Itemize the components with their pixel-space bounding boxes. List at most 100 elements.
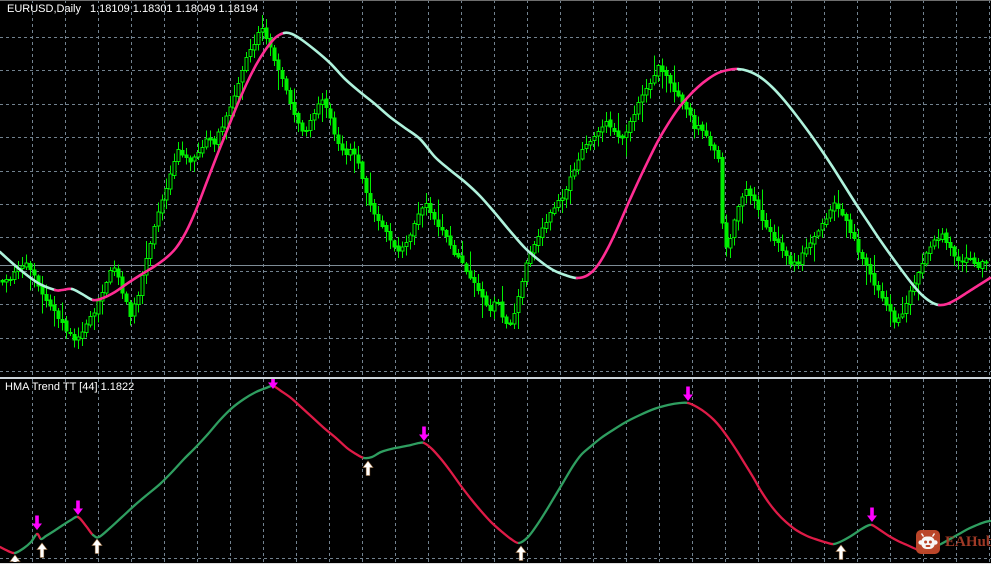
candle-body [860,251,865,260]
candle-body [336,134,341,144]
candle-body [948,241,953,249]
candle-body [440,226,445,231]
candle-body [596,131,601,137]
candle-body [628,121,633,134]
symbol-timeframe-label: EURUSD,Daily [7,3,81,15]
candle-body [464,263,469,273]
candle-body [460,255,465,264]
candle-body [908,290,913,305]
candle-body [128,301,133,317]
candle-body [852,232,857,240]
chart-symbol-title: EURUSD,Daily 1.18109 1.18301 1.18049 1.18… [7,3,258,16]
candle-body [808,242,813,249]
eahub-robot-icon [916,530,940,554]
candle-body [28,263,33,271]
candle-body [244,56,249,71]
chart-canvas[interactable] [0,0,991,564]
candle-body [428,203,433,213]
candle-body [404,241,409,248]
candle-body [704,130,709,136]
candle-body [968,257,973,260]
candle-body [836,203,841,209]
candle-body [316,103,321,115]
candle-body [572,169,577,177]
candle-body [548,212,553,223]
candle-body [696,124,701,130]
candle-body [904,303,909,315]
candle-body [152,225,157,245]
candle-body [472,277,477,283]
candle-body [148,242,153,260]
candle-body [584,143,589,149]
candle-body [688,107,693,116]
candle-body [476,282,481,291]
candle-body [656,65,661,77]
candle-body [260,27,265,33]
candle-body [84,323,89,333]
candle-body [536,236,541,246]
candle-body [744,188,749,197]
candle-body [692,114,697,130]
candle-body [532,244,537,254]
candle-body [780,242,785,252]
candle-body [104,281,109,294]
candle-body [412,222,417,237]
candle-body [684,102,689,110]
candle-body [340,143,345,151]
candle-body [56,310,61,319]
candle-body [648,83,653,90]
candle-body [816,230,821,237]
candle-body [500,301,505,318]
candle-body [136,294,141,306]
candle-body [516,295,521,314]
candle-body [272,47,277,61]
candle-body [900,313,905,318]
chart-background [0,0,991,564]
indicator-title: HMA Trend TT [44] 1.1822 [5,381,135,393]
candle-body [876,285,881,291]
candle-body [452,244,457,256]
candle-body [928,246,933,254]
candle-body [228,106,233,117]
candle-body [80,331,85,339]
candle-body [756,199,761,211]
candle-body [760,210,765,221]
candle-body [788,255,793,265]
candle-body [972,257,977,264]
candle-body [936,238,941,241]
candle-body [480,289,485,298]
candle-body [172,161,177,176]
candle-body [740,196,745,207]
candle-body [700,124,705,131]
candle-body [496,302,501,305]
candle-body [220,126,225,133]
candle-body [96,300,101,315]
candle-body [892,310,897,323]
ohlc-values: 1.18109 1.18301 1.18049 1.18194 [89,3,259,15]
candle-body [568,176,573,191]
candle-body [76,336,81,341]
mt4-chart-window: EURUSD,Daily 1.18109 1.18301 1.18049 1.18… [0,0,991,564]
candle-body [660,65,665,73]
candle-body [196,152,201,158]
candle-body [320,99,325,106]
candle-body [620,135,625,139]
candle-body [896,317,901,323]
candle-body [600,126,605,133]
candle-body [720,157,725,224]
candle-body [820,223,825,231]
candle-body [672,82,677,93]
candle-body [604,120,609,127]
candle-body [372,203,377,215]
candle-body [352,148,357,155]
candle-body [960,260,965,263]
candle-body [676,90,681,97]
candle-body [708,136,713,146]
candle-body [932,239,937,247]
candle-body [792,261,797,266]
candle-body [796,261,801,265]
candle-body [456,253,461,258]
candle-body [328,108,333,119]
candle-body [280,69,285,80]
candle-body [180,149,185,156]
